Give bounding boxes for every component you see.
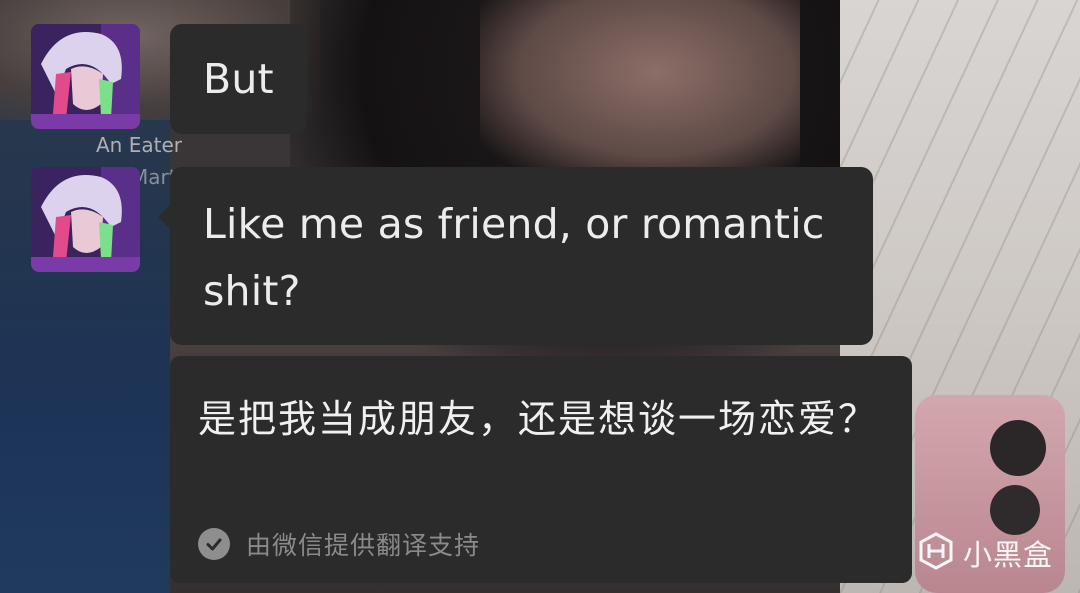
contact-name: An Eater xyxy=(96,133,182,157)
avatar[interactable] xyxy=(31,167,140,272)
message-text: Like me as friend, or romantic shit? xyxy=(203,200,825,315)
translation-text: 是把我当成朋友，还是想谈一场恋爱？ xyxy=(198,397,879,441)
watermark: 小黑盒 xyxy=(917,532,1053,574)
message-bubble[interactable]: Like me as friend, or romantic shit? xyxy=(158,167,873,345)
translation-credit-text: 由微信提供翻译支持 xyxy=(246,531,481,560)
watermark-text: 小黑盒 xyxy=(963,538,1054,572)
message-text: But xyxy=(203,55,274,103)
xiaoheihe-logo-icon xyxy=(917,532,955,574)
translation-credit: 由微信提供翻译支持 xyxy=(198,526,480,562)
message-bubble[interactable]: But xyxy=(170,24,307,134)
translation-card[interactable]: 是把我当成朋友，还是想谈一场恋爱？ 由微信提供翻译支持 xyxy=(170,356,912,583)
bubble-tail xyxy=(158,205,170,229)
avatar[interactable] xyxy=(31,24,140,129)
check-circle-icon xyxy=(198,528,230,560)
